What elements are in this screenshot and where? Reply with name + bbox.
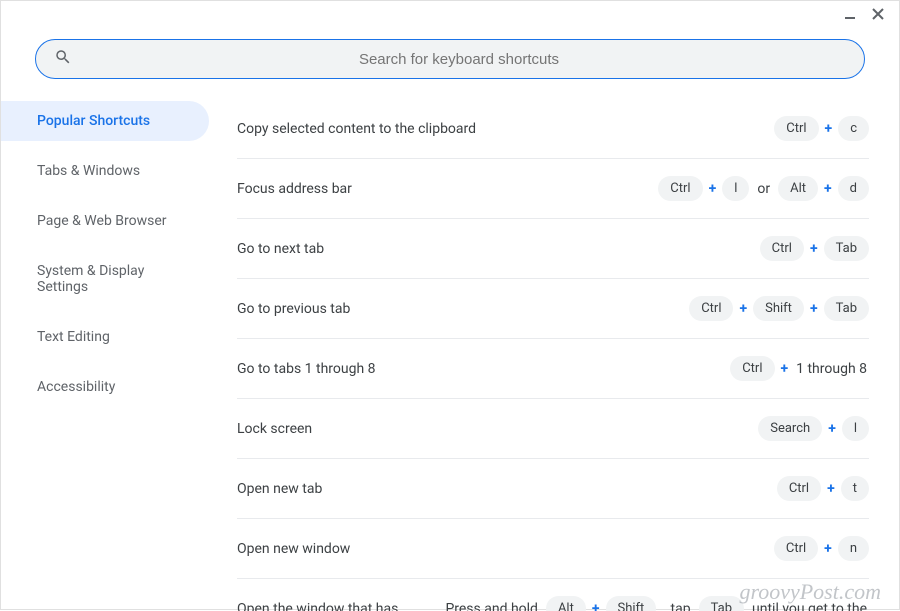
shortcut-row: Go to tabs 1 through 8Ctrl +1 through 8 [237,339,869,399]
shortcut-description: Focus address bar [237,181,658,197]
keycap: l [722,176,749,201]
search-bar[interactable] [35,39,865,79]
plus-icon: + [828,421,836,437]
shortcut-row: Copy selected content to the clipboardCt… [237,99,869,159]
sidebar-item[interactable]: Accessibility [1,367,209,407]
shortcut-combo: Ctrl + n [774,536,869,561]
shortcut-description: Go to previous tab [237,301,689,317]
combo-text: Press and hold [443,601,540,611]
sidebar-item-label: Accessibility [37,379,115,395]
shortcut-description: Copy selected content to the clipboard [237,121,774,137]
shortcut-row: Open new windowCtrl + n [237,519,869,579]
keycap: Tab [824,296,869,321]
keycap: n [838,536,869,561]
plus-icon: + [781,361,789,377]
shortcut-description: Go to next tab [237,241,760,257]
shortcut-row: Go to next tabCtrl + Tab [237,219,869,279]
sidebar: Popular Shortcuts Tabs & Windows Page & We… [1,99,217,611]
sidebar-item[interactable]: Tabs & Windows [1,151,209,191]
keycap: Ctrl [658,176,702,201]
keycap: Ctrl [777,476,821,501]
keycap: l [842,416,869,441]
keycap: d [838,176,869,201]
shortcut-combo: Ctrl + Shift + Tab [689,296,869,321]
plus-icon: + [810,301,818,317]
plus-icon: + [825,121,833,137]
shortcut-description: Open the window that has [237,601,443,611]
search-container [1,29,899,99]
separator-text: or [755,181,772,197]
shortcut-row: Focus address barCtrl + lor Alt + d [237,159,869,219]
keycap: Ctrl [760,236,804,261]
shortcut-row: Go to previous tabCtrl + Shift + Tab [237,279,869,339]
shortcut-combo: Ctrl + c [774,116,869,141]
search-input[interactable] [72,50,846,69]
keycap: Alt [546,596,586,611]
plus-icon: + [824,541,832,557]
keycap: Search [758,416,822,441]
sidebar-item[interactable]: Popular Shortcuts [1,101,209,141]
sidebar-item-label: System & Display Settings [37,263,144,295]
shortcut-row: Open new tabCtrl + t [237,459,869,519]
minimize-button[interactable] [843,6,857,25]
plus-icon: + [810,241,818,257]
keycap: Shift [606,596,657,611]
sidebar-item[interactable]: Text Editing [1,317,209,357]
sidebar-item-label: Popular Shortcuts [37,113,150,129]
shortcut-description: Open new window [237,541,774,557]
shortcut-combo: Press and hold Alt + Shift , tap Tab until you… [443,596,869,611]
sidebar-item-label: Page & Web Browser [37,213,167,229]
keycap: Ctrl [689,296,733,321]
shortcut-description: Open new tab [237,481,777,497]
shortcut-combo: Ctrl + t [777,476,869,501]
sidebar-item[interactable]: System & Display Settings [1,251,209,307]
shortcut-list: Copy selected content to the clipboardCt… [217,99,899,611]
keycap: Ctrl [774,116,818,141]
shortcut-row: Lock screenSearch + l [237,399,869,459]
sidebar-item[interactable]: Page & Web Browser [1,201,209,241]
combo-text: until you get to the [750,601,869,611]
keycap: Alt [778,176,818,201]
shortcut-combo: Ctrl + Tab [760,236,869,261]
keycap: t [841,476,869,501]
shortcut-description: Go to tabs 1 through 8 [237,361,730,377]
keycap: Ctrl [730,356,774,381]
combo-text: , tap [662,601,692,611]
plus-icon: + [709,181,717,197]
keycap: Tab [699,596,744,611]
shortcut-description: Lock screen [237,421,758,437]
plus-icon: + [827,481,835,497]
sidebar-item-label: Text Editing [37,329,110,345]
keycap: Shift [753,296,804,321]
keycap: c [838,116,869,141]
shortcut-combo: Search + l [758,416,869,441]
shortcut-row: Open the window that hasPress and hold Al… [237,579,869,611]
titlebar [1,1,899,29]
plus-icon: + [824,181,832,197]
sidebar-item-label: Tabs & Windows [37,163,140,179]
plus-icon: + [739,301,747,317]
close-button[interactable] [871,6,885,25]
shortcut-combo: Ctrl + lor Alt + d [658,176,869,201]
shortcut-combo: Ctrl +1 through 8 [730,356,869,381]
plus-icon: + [592,601,600,611]
keycap: Tab [824,236,869,261]
combo-text: 1 through 8 [794,361,869,377]
search-icon [54,48,72,70]
keycap: Ctrl [774,536,818,561]
